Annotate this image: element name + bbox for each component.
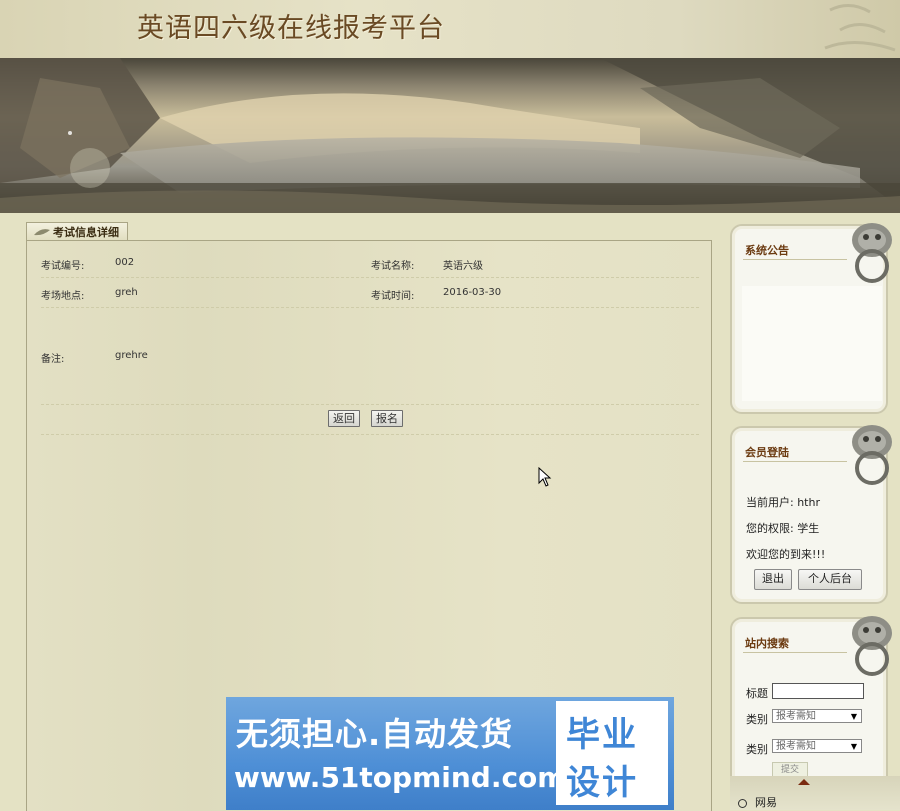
bullet-circle-icon xyxy=(738,798,747,808)
link-netease-label: 网易 xyxy=(755,796,777,809)
row-divider xyxy=(41,277,699,278)
ad-banner[interactable]: 无须担心.自动发货 www.51topmind.com 毕业 设计 xyxy=(226,697,674,810)
dropdown-arrow-icon: ▼ xyxy=(850,742,857,751)
site-search-box: 站内搜索 标题 类别 报考需知 ▼ 类别 报考需知 ▼ 提交 xyxy=(730,616,892,801)
category-label-1: 类别 xyxy=(746,713,768,726)
category-select-2-value: 报考需知 xyxy=(776,741,816,752)
exam-no-value: 002 xyxy=(115,257,135,268)
landscape-image xyxy=(0,58,900,213)
permission-text: 您的权限: 学生 xyxy=(746,522,820,535)
announcement-content xyxy=(742,286,882,401)
links-strip: 网易 xyxy=(730,776,900,810)
category-select-1-value: 报考需知 xyxy=(776,711,816,722)
logout-button[interactable]: 退出 xyxy=(754,569,792,590)
row-divider xyxy=(41,434,699,435)
category-label-2: 类别 xyxy=(746,743,768,756)
time-label: 考试时间: xyxy=(371,291,415,302)
signup-button[interactable]: 报名 xyxy=(371,410,403,427)
search-title-input[interactable] xyxy=(772,683,864,699)
exam-no-label: 考试编号: xyxy=(41,261,85,272)
time-value: 2016-03-30 xyxy=(443,287,502,298)
corner-ornament-icon xyxy=(824,4,896,52)
dropdown-arrow-icon: ▼ xyxy=(850,712,857,721)
ad-logo-top: 毕业 xyxy=(566,715,638,755)
ad-logo-bottom: 设计 xyxy=(566,763,638,803)
category-select-2[interactable]: 报考需知 ▼ xyxy=(772,739,862,753)
door-knocker-icon xyxy=(852,616,892,676)
title-field-label: 标题 xyxy=(746,687,768,700)
note-label: 备注: xyxy=(41,354,65,365)
exam-name-label: 考试名称: xyxy=(371,261,415,272)
ad-url: www.51topmind.com xyxy=(234,761,567,794)
row-divider xyxy=(41,307,699,308)
door-knocker-icon xyxy=(852,223,892,283)
title-underline xyxy=(743,259,847,260)
category-select-1[interactable]: 报考需知 ▼ xyxy=(772,709,862,723)
member-login-box: 会员登陆 当前用户: hthr 您的权限: 学生 欢迎您的到来!!! 退出 个人… xyxy=(730,425,892,604)
exam-name-value: 英语六级 xyxy=(443,261,483,272)
door-knocker-icon xyxy=(852,425,892,485)
location-label: 考场地点: xyxy=(41,291,85,302)
announcement-title: 系统公告 xyxy=(745,244,789,257)
announcement-box: 系统公告 xyxy=(730,223,892,414)
welcome-text: 欢迎您的到来!!! xyxy=(746,548,826,561)
landscape-banner xyxy=(0,58,900,213)
location-value: greh xyxy=(115,287,138,298)
arrow-up-icon xyxy=(798,779,810,785)
site-header: 英语四六级在线报考平台 xyxy=(0,0,900,58)
note-value: grehre xyxy=(115,350,148,361)
current-user-text: 当前用户: hthr xyxy=(746,496,820,509)
site-title: 英语四六级在线报考平台 xyxy=(137,13,445,44)
search-title: 站内搜索 xyxy=(745,637,789,650)
title-underline xyxy=(743,461,847,462)
personal-backend-button[interactable]: 个人后台 xyxy=(798,569,862,590)
ad-slogan: 无须担心.自动发货 xyxy=(236,715,514,753)
tab-exam-detail[interactable]: 考试信息详细 xyxy=(26,222,128,241)
title-underline xyxy=(743,652,847,653)
back-button[interactable]: 返回 xyxy=(328,410,360,427)
row-divider xyxy=(41,404,699,405)
link-netease[interactable]: 网易 xyxy=(738,794,777,810)
tab-label: 考试信息详细 xyxy=(53,226,119,239)
member-title: 会员登陆 xyxy=(745,446,789,459)
leaf-icon xyxy=(34,229,50,236)
ad-logo-block: 毕业 设计 xyxy=(556,701,668,805)
mouse-cursor-icon xyxy=(538,467,552,487)
